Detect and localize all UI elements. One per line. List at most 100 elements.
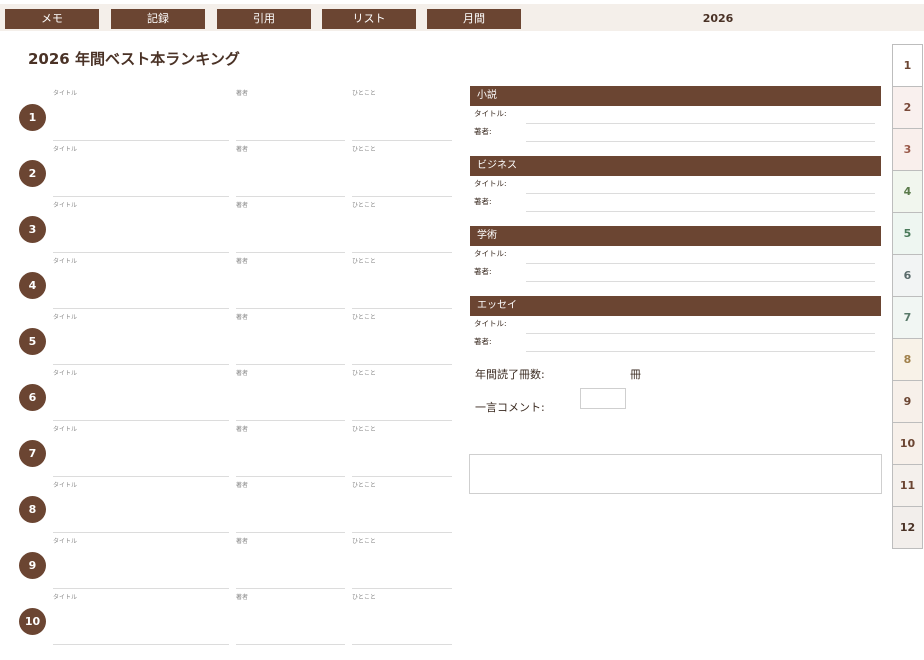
ranking-row: 10 タイトル 著者 ひとこと: [0, 592, 460, 648]
author-field[interactable]: [236, 196, 345, 197]
category-title-field[interactable]: [526, 123, 875, 124]
author-column-label: 著者: [236, 482, 249, 489]
category-title-field[interactable]: [526, 263, 875, 264]
month-tab-5[interactable]: 5: [892, 213, 923, 255]
ranking-row: 3 タイトル 著者 ひとこと: [0, 200, 460, 256]
month-tab-2[interactable]: 2: [892, 87, 923, 129]
tab-list[interactable]: リスト: [322, 9, 416, 29]
category-author-field[interactable]: [526, 281, 875, 282]
title-column-label: タイトル: [53, 314, 78, 321]
category-author-field[interactable]: [526, 351, 875, 352]
author-field[interactable]: [236, 420, 345, 421]
title-field[interactable]: [53, 420, 229, 421]
category-header: 小説: [470, 86, 881, 106]
note-field[interactable]: [352, 252, 452, 253]
author-field[interactable]: [236, 588, 345, 589]
category-author-field[interactable]: [526, 141, 875, 142]
rank-badge: 2: [19, 160, 46, 187]
note-field[interactable]: [352, 140, 452, 141]
author-field[interactable]: [236, 308, 345, 309]
author-column-label: 著者: [236, 314, 249, 321]
tab-monthly[interactable]: 月間: [427, 9, 521, 29]
ranking-row: 1 タイトル 著者 ひとこと: [0, 88, 460, 144]
ranking-row: 9 タイトル 著者 ひとこと: [0, 536, 460, 592]
tab-quote[interactable]: 引用: [217, 9, 311, 29]
category-header: エッセイ: [470, 296, 881, 316]
month-tab-1[interactable]: 1: [892, 44, 923, 87]
month-tab-11[interactable]: 11: [892, 465, 923, 507]
title-field[interactable]: [53, 140, 229, 141]
category-academic: 学術 タイトル: 著者:: [470, 226, 881, 282]
category-header: 学術: [470, 226, 881, 246]
title-column-label: タイトル: [53, 370, 78, 377]
title-column-label: タイトル: [53, 90, 78, 97]
category-title-label: タイトル:: [474, 249, 507, 258]
month-tab-3[interactable]: 3: [892, 129, 923, 171]
note-column-label: ひとこと: [352, 90, 376, 97]
author-field[interactable]: [236, 532, 345, 533]
title-column-label: タイトル: [53, 202, 78, 209]
note-field[interactable]: [352, 364, 452, 365]
ranking-row: 7 タイトル 著者 ひとこと: [0, 424, 460, 480]
month-tab-4[interactable]: 4: [892, 171, 923, 213]
note-column-label: ひとこと: [352, 370, 376, 377]
author-column-label: 著者: [236, 538, 249, 545]
ranking-row: 6 タイトル 著者 ひとこと: [0, 368, 460, 424]
author-column-label: 著者: [236, 258, 249, 265]
note-column-label: ひとこと: [352, 314, 376, 321]
rank-badge: 9: [19, 552, 46, 579]
title-field[interactable]: [53, 532, 229, 533]
category-author-field[interactable]: [526, 211, 875, 212]
category-title-field[interactable]: [526, 333, 875, 334]
category-title-label: タイトル:: [474, 319, 507, 328]
ranking-row: 4 タイトル 著者 ひとこと: [0, 256, 460, 312]
category-essay: エッセイ タイトル: 著者:: [470, 296, 881, 352]
note-field[interactable]: [352, 420, 452, 421]
title-field[interactable]: [53, 644, 229, 645]
rank-badge: 1: [19, 104, 46, 131]
category-title-field[interactable]: [526, 193, 875, 194]
category-novel: 小説 タイトル: 著者:: [470, 86, 881, 142]
month-tab-9[interactable]: 9: [892, 381, 923, 423]
rank-badge: 6: [19, 384, 46, 411]
month-tab-6[interactable]: 6: [892, 255, 923, 297]
comment-input[interactable]: [580, 388, 626, 409]
note-column-label: ひとこと: [352, 202, 376, 209]
month-tab-8[interactable]: 8: [892, 339, 923, 381]
author-field[interactable]: [236, 140, 345, 141]
category-title-label: タイトル:: [474, 109, 507, 118]
title-field[interactable]: [53, 252, 229, 253]
page-title: 2026 年間ベスト本ランキング: [28, 50, 240, 68]
title-field[interactable]: [53, 476, 229, 477]
category-business: ビジネス タイトル: 著者:: [470, 156, 881, 212]
note-column-label: ひとこと: [352, 538, 376, 545]
title-field[interactable]: [53, 308, 229, 309]
tab-record[interactable]: 記録: [111, 9, 205, 29]
note-field[interactable]: [352, 308, 452, 309]
month-tab-10[interactable]: 10: [892, 423, 923, 465]
month-tab-7[interactable]: 7: [892, 297, 923, 339]
note-field[interactable]: [352, 532, 452, 533]
comment-textarea[interactable]: [469, 454, 882, 494]
title-field[interactable]: [53, 364, 229, 365]
author-field[interactable]: [236, 252, 345, 253]
author-field[interactable]: [236, 364, 345, 365]
note-field[interactable]: [352, 588, 452, 589]
rank-badge: 3: [19, 216, 46, 243]
title-field[interactable]: [53, 196, 229, 197]
note-field[interactable]: [352, 476, 452, 477]
category-header: ビジネス: [470, 156, 881, 176]
title-column-label: タイトル: [53, 594, 78, 601]
author-column-label: 著者: [236, 426, 249, 433]
note-column-label: ひとこと: [352, 482, 376, 489]
author-field[interactable]: [236, 476, 345, 477]
note-field[interactable]: [352, 644, 452, 645]
author-column-label: 著者: [236, 146, 249, 153]
title-column-label: タイトル: [53, 258, 78, 265]
month-tab-12[interactable]: 12: [892, 507, 923, 549]
author-field[interactable]: [236, 644, 345, 645]
tab-memo[interactable]: メモ: [5, 9, 99, 29]
year-link[interactable]: 2026: [680, 12, 756, 25]
title-field[interactable]: [53, 588, 229, 589]
note-field[interactable]: [352, 196, 452, 197]
